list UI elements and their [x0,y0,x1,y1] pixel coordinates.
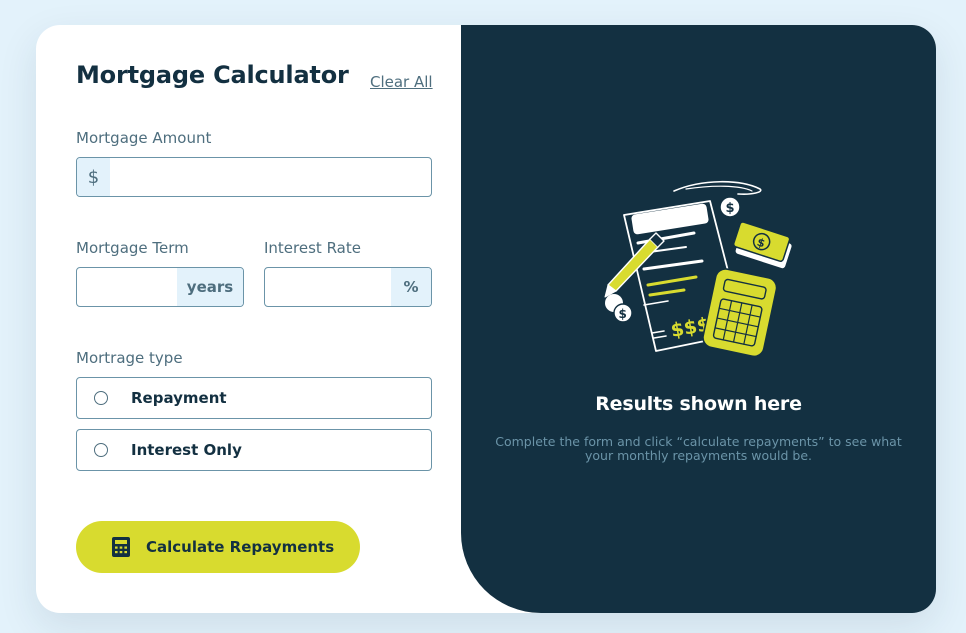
interest-rate-input[interactable] [265,268,391,306]
results-panel: $$$ $ $ $ Results shown here Complete th… [461,25,936,613]
repayment-option[interactable]: Repayment [76,377,432,419]
mortgage-term-label: Mortgage Term [76,239,189,257]
svg-text:$: $ [726,201,735,216]
interest-only-radio[interactable] [94,443,108,457]
interest-rate-label: Interest Rate [264,239,361,257]
page-title: Mortgage Calculator [76,61,349,89]
interest-only-option-label: Interest Only [131,441,242,459]
calculate-repayments-button[interactable]: Calculate Repayments [76,521,360,573]
clear-all-link[interactable]: Clear All [370,73,433,91]
empty-results-illustration: $$$ $ $ $ [602,177,794,361]
repayment-option-label: Repayment [131,389,227,407]
svg-text:$: $ [619,307,627,321]
results-title: Results shown here [595,393,802,415]
results-description: Complete the form and click “calculate r… [495,434,902,463]
repayment-radio[interactable] [94,391,108,405]
mortgage-term-field[interactable]: years [76,267,244,307]
interest-rate-field[interactable]: % [264,267,432,307]
mortgage-amount-label: Mortgage Amount [76,129,212,147]
mortgage-card: Mortgage Calculator Clear All Mortgage A… [36,25,936,613]
mortgage-amount-field[interactable]: $ [76,157,432,197]
mortgage-term-input[interactable] [77,268,177,306]
mortgage-amount-input[interactable] [110,158,431,196]
interest-only-option[interactable]: Interest Only [76,429,432,471]
mortgage-type-label: Mortrage type [76,349,183,367]
calculator-icon [112,537,130,557]
calculate-repayments-label: Calculate Repayments [146,538,335,556]
years-suffix: years [177,268,243,306]
calculator-form: Mortgage Calculator Clear All Mortgage A… [36,25,461,613]
percent-suffix: % [391,268,431,306]
currency-prefix: $ [77,158,110,196]
